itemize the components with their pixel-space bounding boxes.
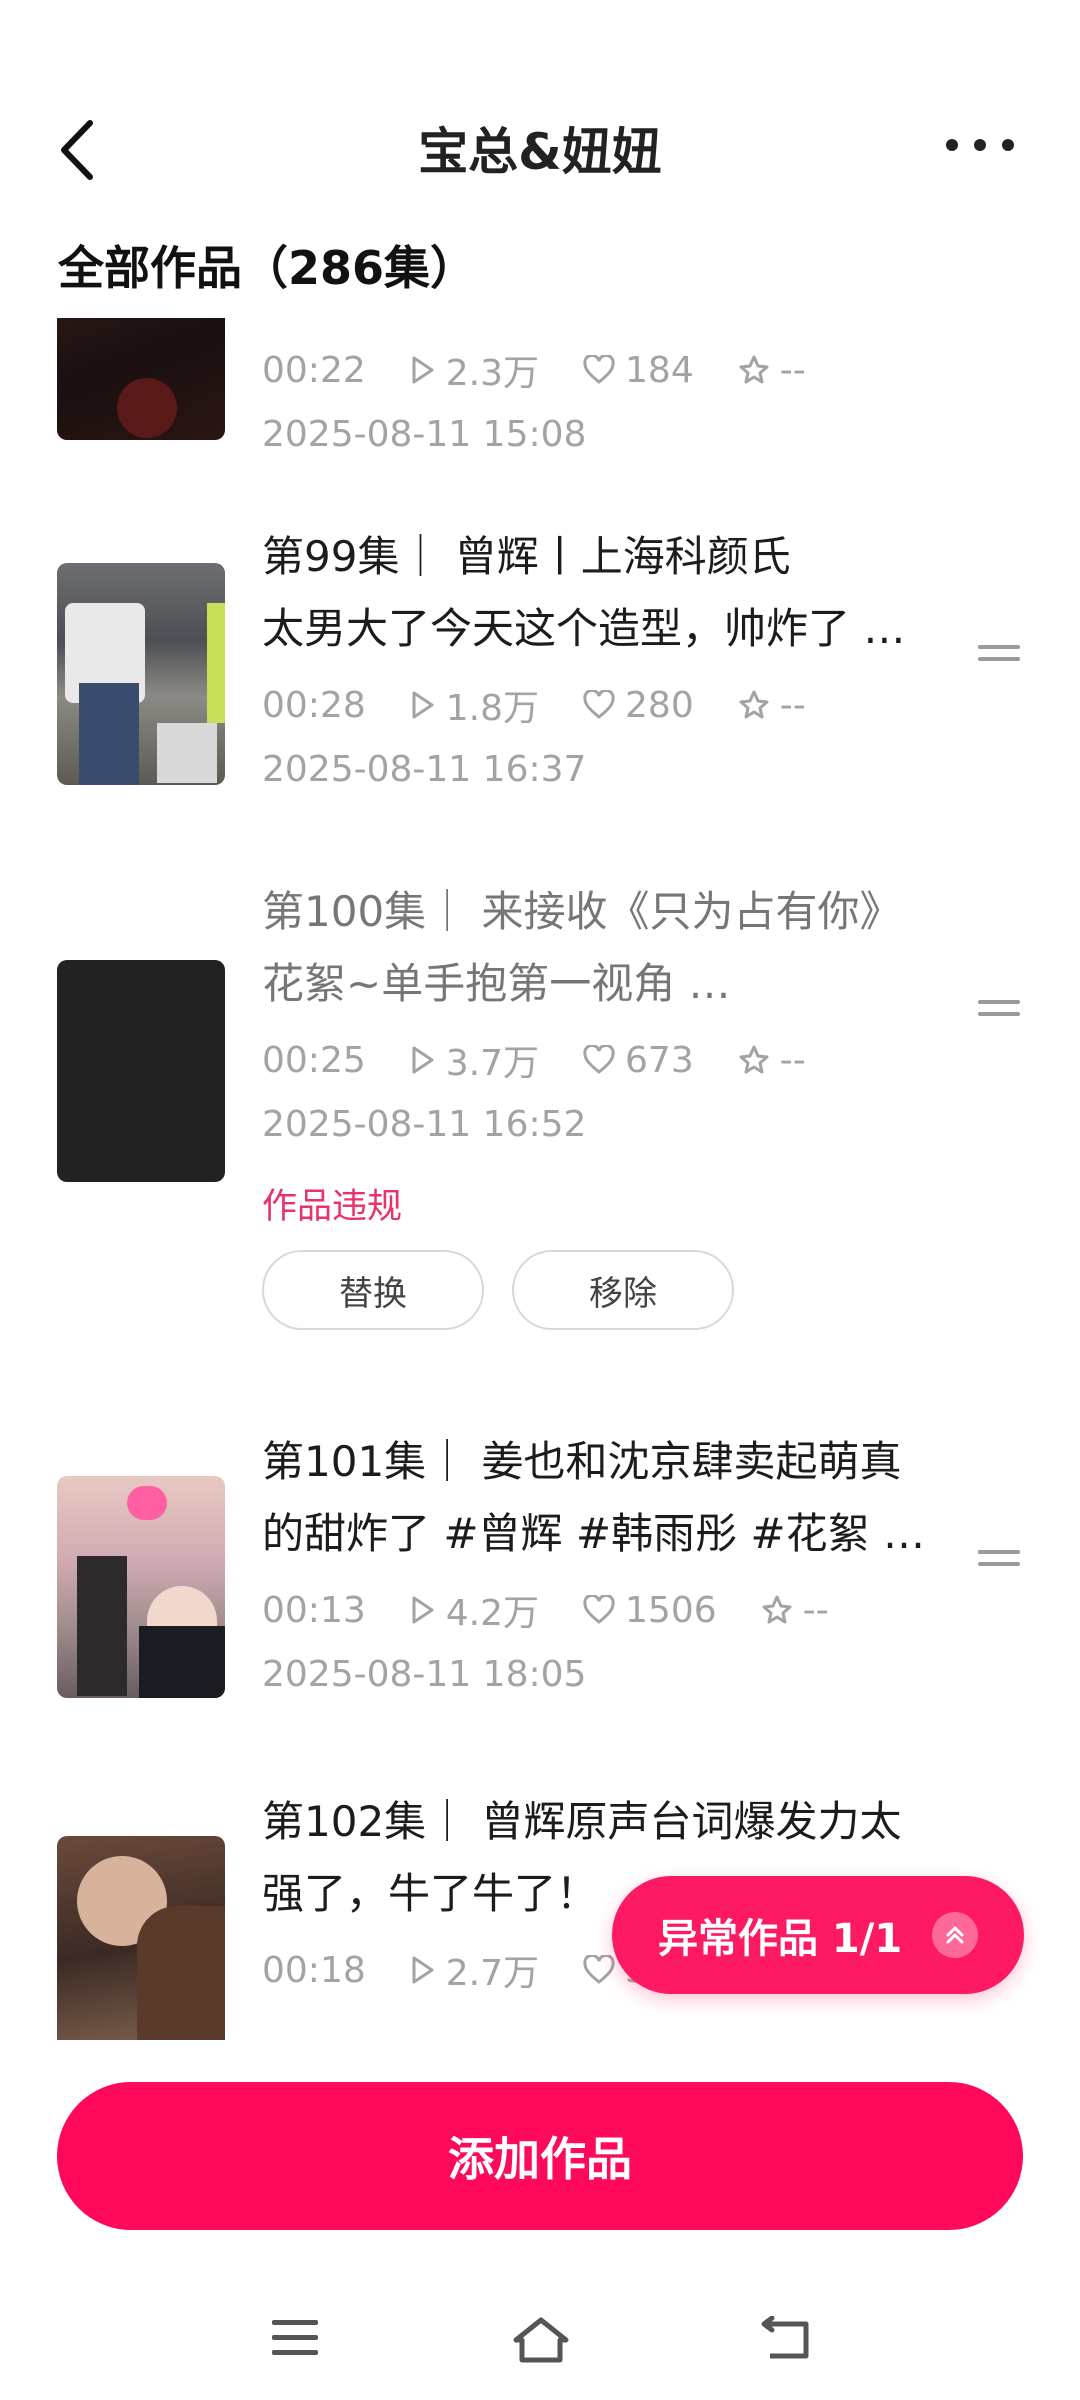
item-title-line1: 第99集｜ 曾辉丨上海科颜氏 xyxy=(262,532,791,581)
star-icon xyxy=(739,1045,769,1074)
play-count: 4.2万 xyxy=(445,1593,540,1634)
page-title: 宝总&妞妞 xyxy=(418,123,662,181)
add-works-button[interactable]: 添加作品 xyxy=(57,2082,1023,2230)
like-count: 184 xyxy=(625,349,694,391)
fav-count: -- xyxy=(779,349,806,391)
duration: 00:28 xyxy=(262,684,366,726)
like-count: 280 xyxy=(625,684,694,726)
like-count: 673 xyxy=(625,1039,694,1081)
works-list[interactable]: 00:22 2.3万 184 -- 2025-08-11 15:08 第99集｜… xyxy=(0,318,1080,2040)
play-icon xyxy=(412,1956,434,1984)
duration: 00:18 xyxy=(262,1949,366,1991)
heart-icon xyxy=(583,355,615,384)
remove-button[interactable]: 移除 xyxy=(512,1250,734,1330)
drag-handle-icon[interactable] xyxy=(978,1550,1020,1570)
menu-icon xyxy=(272,2320,318,2355)
duration: 00:22 xyxy=(262,349,366,391)
double-chevron-up-icon xyxy=(932,1912,978,1958)
play-count: 1.8万 xyxy=(445,688,540,729)
heart-icon xyxy=(583,1955,615,1984)
play-icon xyxy=(412,691,434,719)
item-title-line1: 第101集｜ 姜也和沈京肆卖起萌真 xyxy=(262,1437,902,1486)
star-icon xyxy=(739,355,769,384)
star-icon xyxy=(739,690,769,719)
violation-label: 作品违规 xyxy=(262,1187,403,1227)
drag-handle-icon[interactable] xyxy=(978,1000,1020,1020)
menu-nav-button[interactable] xyxy=(270,2316,320,2364)
more-icon xyxy=(946,139,1014,151)
stats-row: 00:22 2.3万 184 -- xyxy=(262,344,850,396)
item-title-line2: 花絮~单手抱第一视角 … xyxy=(262,959,731,1008)
replace-button[interactable]: 替换 xyxy=(262,1250,484,1330)
heart-icon xyxy=(583,1045,615,1074)
fav-count: -- xyxy=(779,684,806,726)
drag-handle-icon[interactable] xyxy=(978,645,1020,665)
play-icon xyxy=(412,1046,434,1074)
play-count: 3.7万 xyxy=(445,1043,540,1084)
fav-count: -- xyxy=(802,1589,829,1631)
like-count: 1506 xyxy=(625,1589,717,1631)
video-thumbnail[interactable] xyxy=(57,960,225,1182)
item-title-line2: 的甜炸了 #曾辉 #韩雨彤 #花絮 … xyxy=(262,1509,925,1558)
item-title-line1: 第102集｜ 曾辉原声台词爆发力太 xyxy=(262,1797,902,1846)
video-thumbnail[interactable] xyxy=(57,1476,225,1698)
publish-date: 2025-08-11 15:08 xyxy=(262,414,587,455)
back-nav-button[interactable] xyxy=(760,2315,810,2364)
play-count: 2.7万 xyxy=(445,1953,540,1994)
home-icon xyxy=(513,2317,569,2363)
more-options-button[interactable] xyxy=(940,120,1020,170)
star-icon xyxy=(762,1595,792,1624)
abnormal-works-label: 异常作品 1/1 xyxy=(658,1916,903,1962)
heart-icon xyxy=(583,690,615,719)
item-title-line1: 第100集｜ 来接收《只为占有你》 xyxy=(262,887,902,936)
publish-date: 2025-08-11 18:05 xyxy=(262,1654,587,1695)
stats-row: 00:13 4.2万 1506 -- xyxy=(262,1584,873,1636)
video-thumbnail[interactable] xyxy=(57,1836,225,2040)
duration: 00:13 xyxy=(262,1589,366,1631)
home-nav-button[interactable] xyxy=(512,2316,570,2368)
fav-count: -- xyxy=(779,1039,806,1081)
return-icon xyxy=(761,2315,809,2359)
item-title-line2: 太男大了今天这个造型，帅炸了 … xyxy=(262,604,906,653)
stats-row: 00:28 1.8万 280 -- xyxy=(262,679,850,731)
duration: 00:25 xyxy=(262,1039,366,1081)
video-thumbnail[interactable] xyxy=(57,318,225,440)
publish-date: 2025-08-11 16:37 xyxy=(262,749,587,790)
play-icon xyxy=(412,356,434,384)
stats-row: 00:25 3.7万 673 -- xyxy=(262,1034,850,1086)
abnormal-works-button[interactable]: 异常作品 1/1 xyxy=(612,1876,1024,1994)
play-icon xyxy=(412,1596,434,1624)
video-thumbnail[interactable] xyxy=(57,563,225,785)
play-count: 2.3万 xyxy=(445,353,540,394)
publish-date: 2025-08-11 16:52 xyxy=(262,1104,587,1145)
section-title: 全部作品（286集） xyxy=(58,241,477,295)
heart-icon xyxy=(583,1595,615,1624)
